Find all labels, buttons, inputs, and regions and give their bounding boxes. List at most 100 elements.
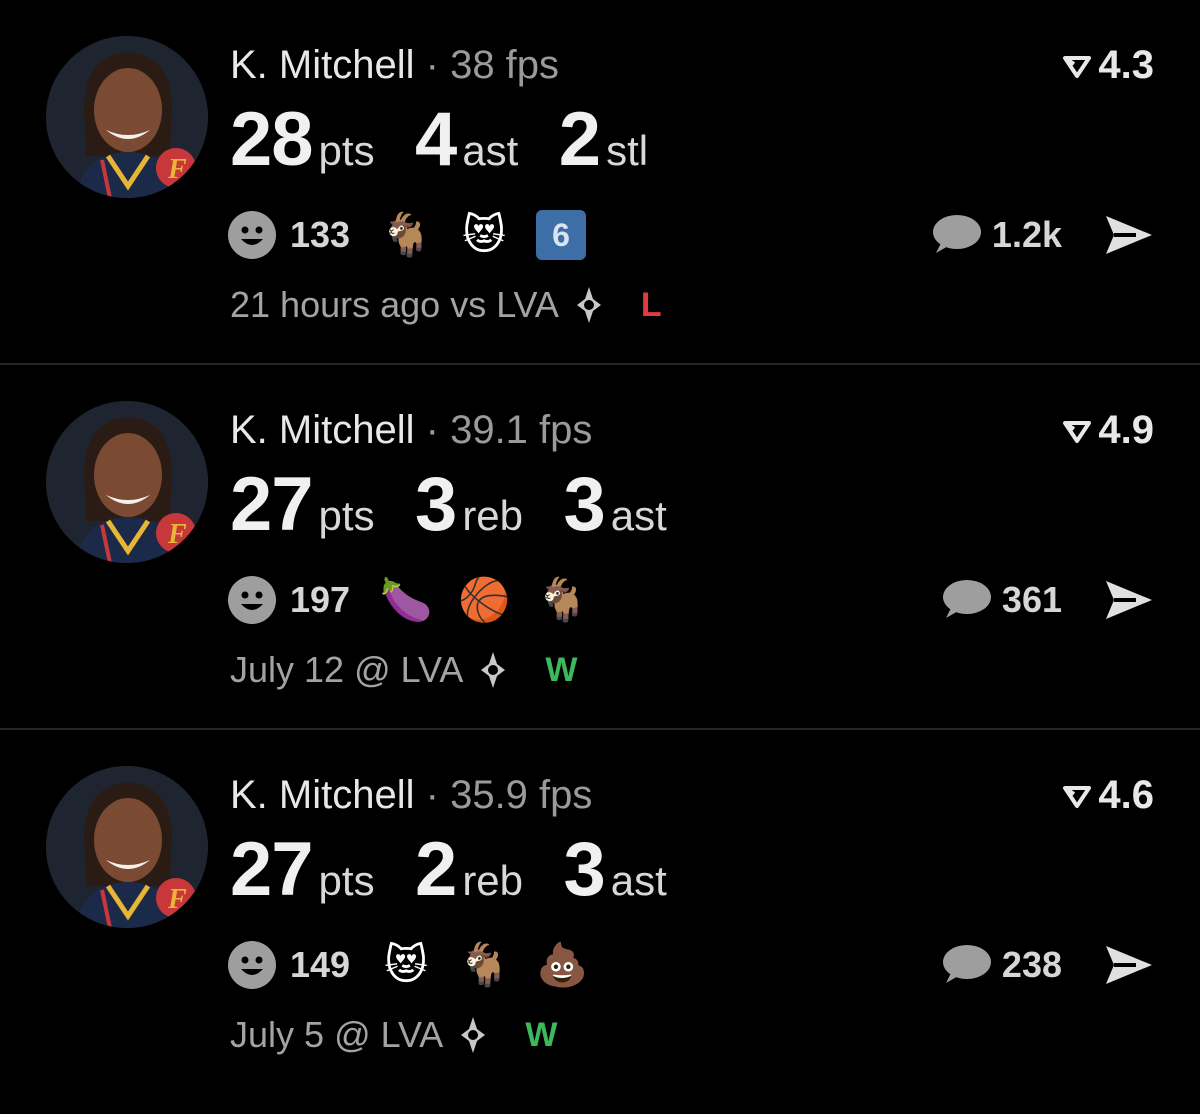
player-avatar[interactable]: F [46,401,208,563]
stat-item: 2 reb [415,830,523,910]
stat-value: 2 [558,97,601,182]
comments-button[interactable]: 361 [940,571,1062,629]
stat-unit: pts [318,857,375,904]
eggplant-emoji-icon[interactable]: 🍆 [380,574,432,626]
stat-value: 4 [415,97,457,182]
post-header: K. Mitchell · 38 fps [230,42,559,88]
reaction-bar: 133 🐐 😻 6 [228,206,612,264]
rating-triangle-icon [1063,786,1092,809]
reaction-count: 133 [290,214,351,255]
stat-unit: reb [462,857,524,904]
svg-text:F: F [167,884,187,915]
basketball-player-emoji-icon[interactable]: 🏀 [458,574,510,626]
rating-value: 4.3 [1098,43,1154,87]
stat-item: 27 pts [230,830,375,910]
separator: · [425,773,439,817]
speech-bubble-icon [932,215,981,253]
post-card[interactable]: F K. Mitchell · 39.1 fps 4.9 27 pts 3 reb … [0,365,1200,730]
share-send-icon[interactable] [1100,573,1156,627]
opponent[interactable]: @ LVA [354,649,463,691]
speech-bubble-icon [942,945,991,983]
stat-value: 27 [230,462,314,547]
stat-value: 2 [415,827,457,912]
reaction-bar: 149 😻 🐐 💩 [228,936,614,994]
stat-item: 4 ast [415,100,518,180]
player-name[interactable]: K. Mitchell [230,408,415,452]
post-meta: July 12 @ LVA W [230,649,577,691]
stat-item: 2 stl [559,100,648,180]
stat-unit: ast [610,492,667,539]
stat-value: 27 [230,827,314,912]
stat-unit: reb [462,492,524,539]
aces-logo-icon [461,1017,486,1053]
share-send-icon[interactable] [1100,208,1156,262]
goat-emoji-icon[interactable]: 🐐 [380,209,432,261]
smiley-icon[interactable] [228,576,276,624]
comments-button[interactable]: 238 [940,936,1062,994]
goat-emoji-icon[interactable]: 🐐 [536,574,588,626]
number-six-emoji-icon[interactable]: 6 [536,210,587,260]
rating-triangle-icon [1063,56,1092,79]
aces-logo-icon [481,652,506,688]
post-card[interactable]: F K. Mitchell · 38 fps 4.3 28 pts 4 ast 2s… [0,0,1200,365]
post-header: K. Mitchell · 35.9 fps [230,772,592,818]
smiley-icon[interactable] [228,941,276,989]
aces-logo-icon [576,287,601,323]
heart-eyes-cat-emoji-icon[interactable]: 😻 [380,939,432,991]
stat-value: 28 [230,97,314,182]
comments-button[interactable]: 1.2k [930,206,1062,264]
opponent[interactable]: @ LVA [334,1014,443,1056]
stat-unit: ast [462,127,519,174]
game-time: July 5 [230,1014,325,1055]
stat-unit: pts [318,127,375,174]
comment-count: 1.2k [991,214,1062,255]
speech-bubble-icon [942,580,991,618]
game-time: July 12 [230,649,345,690]
comment-count: 361 [1001,579,1062,620]
game-result: L [640,285,662,324]
comment-count: 238 [1001,944,1062,985]
player-name[interactable]: K. Mitchell [230,773,415,817]
post-meta: 21 hours ago vs LVA L [230,284,662,326]
stat-item: 28 pts [230,100,375,180]
player-avatar[interactable]: F [46,766,208,928]
rating-value: 4.9 [1098,408,1154,452]
stat-item: 3 reb [415,465,523,545]
game-time: 21 hours ago [230,284,441,325]
share-send-icon[interactable] [1100,938,1156,992]
post-feed: F K. Mitchell · 38 fps 4.3 28 pts 4 ast 2s… [0,0,1200,1114]
fantasy-points: 39.1 fps [450,408,593,452]
stat-item: 27 pts [230,465,375,545]
reaction-bar: 197 🍆 🏀 🐐 [228,571,614,629]
reaction-count: 149 [290,944,351,985]
fantasy-points: 38 fps [450,43,560,87]
reaction-count: 197 [290,579,351,620]
stat-value: 3 [415,462,457,547]
smiley-icon[interactable] [228,211,276,259]
separator: · [425,408,439,452]
svg-text:F: F [167,154,187,185]
goat-emoji-icon[interactable]: 🐐 [458,939,510,991]
opponent[interactable]: vs LVA [450,284,559,326]
separator: · [425,43,439,87]
fantasy-points: 35.9 fps [450,773,593,817]
post-rating: 4.9 [1062,407,1154,453]
heart-eyes-cat-emoji-icon[interactable]: 😻 [458,209,510,261]
player-name[interactable]: K. Mitchell [230,43,415,87]
poop-emoji-icon[interactable]: 💩 [536,939,588,991]
player-avatar[interactable]: F [46,36,208,198]
post-card[interactable]: F K. Mitchell · 35.9 fps 4.6 27 pts 2 reb … [0,730,1200,1114]
stat-value: 3 [563,827,605,912]
stat-item: 3 ast [563,465,666,545]
post-header: K. Mitchell · 39.1 fps [230,407,592,453]
post-rating: 4.3 [1062,42,1154,88]
stat-unit: stl [606,127,649,174]
post-rating: 4.6 [1062,772,1154,818]
game-result: W [525,1015,558,1054]
stat-unit: pts [318,492,375,539]
stat-unit: ast [610,857,667,904]
svg-text:F: F [167,519,187,550]
stat-value: 3 [563,462,605,547]
stat-item: 3 ast [563,830,666,910]
stat-line: 27 pts 2 reb 3 ast [230,830,703,910]
